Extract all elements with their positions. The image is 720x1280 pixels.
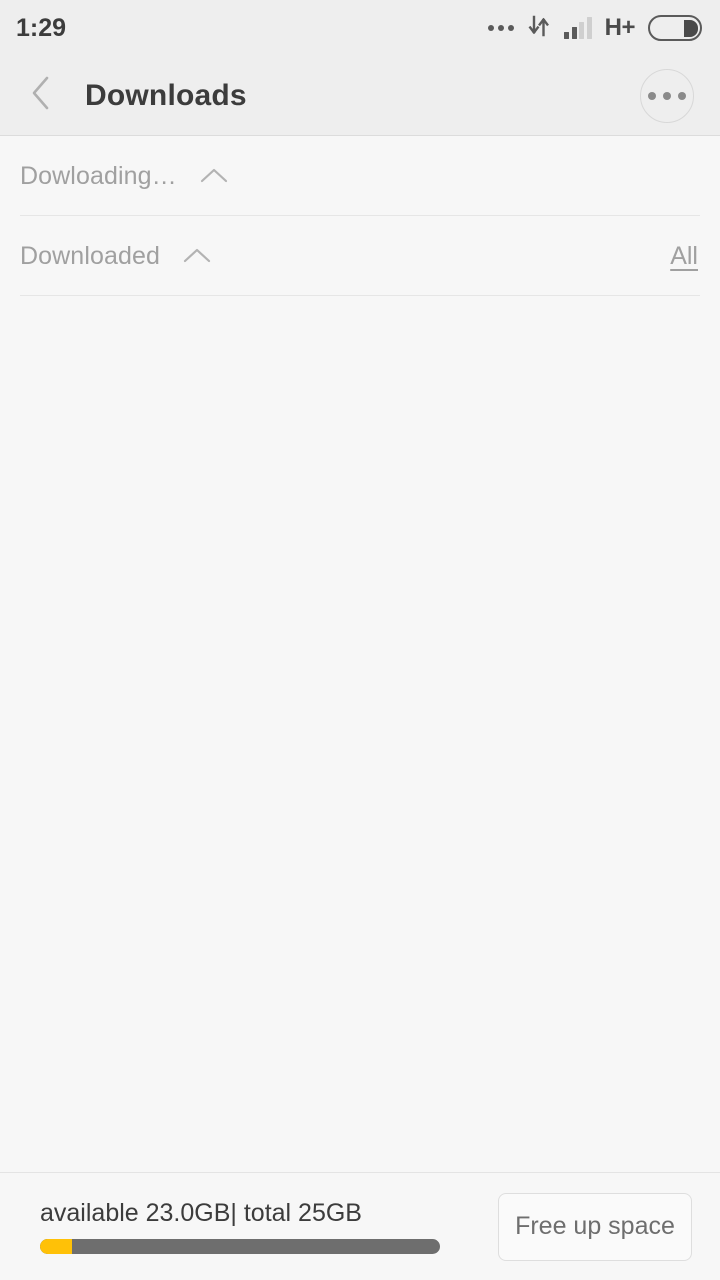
chevron-left-icon: [26, 72, 56, 119]
back-button[interactable]: [26, 72, 66, 120]
status-bar-icons: H+: [488, 14, 702, 43]
overflow-dot: [678, 91, 686, 100]
storage-bottom-bar: available 23.0GB| total 25GB Free up spa…: [0, 1172, 720, 1280]
page-title: Downloads: [85, 78, 247, 112]
overflow-menu-button[interactable]: [640, 68, 694, 123]
section-header-downloading[interactable]: Dowloading…: [0, 136, 720, 216]
storage-progress-used: [40, 1239, 72, 1254]
downloads-content: Dowloading… Downloaded All: [0, 136, 720, 1172]
ellipsis-icon: [488, 25, 515, 31]
data-transfer-arrows-icon: [527, 14, 551, 43]
downloads-screen: 1:29 H+ Downloads Dowloading… Downloaded…: [0, 0, 720, 1280]
chevron-up-icon-downloading[interactable]: [191, 153, 237, 199]
battery-icon: [648, 15, 702, 41]
overflow-dot: [648, 91, 656, 100]
storage-progress-bar: [40, 1239, 440, 1254]
section-label-downloading: Dowloading…: [20, 161, 177, 190]
chevron-up-icon-downloaded[interactable]: [174, 233, 220, 279]
status-bar: 1:29 H+: [0, 0, 720, 56]
section-label-downloaded: Downloaded: [20, 241, 160, 270]
free-up-space-button[interactable]: Free up space: [498, 1192, 692, 1261]
storage-summary-label: available 23.0GB| total 25GB: [40, 1199, 362, 1227]
overflow-dot: [663, 91, 671, 100]
signal-bars-icon: [564, 17, 592, 39]
network-type-label: H+: [604, 14, 636, 41]
downloads-empty-list: [0, 296, 720, 1172]
app-title-bar: Downloads: [0, 56, 720, 136]
section-header-downloaded[interactable]: Downloaded All: [0, 216, 720, 296]
all-filter-link[interactable]: All: [668, 236, 700, 277]
storage-info: available 23.0GB| total 25GB: [40, 1199, 478, 1254]
status-bar-clock: 1:29: [16, 13, 67, 42]
